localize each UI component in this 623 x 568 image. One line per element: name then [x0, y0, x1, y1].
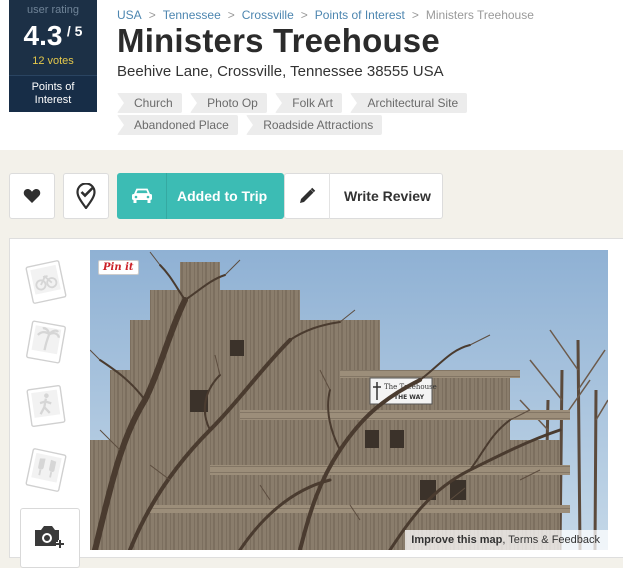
pin-it-button[interactable]: Pin it: [98, 260, 139, 275]
header: user rating 4.3 / 5 12 votes Points of I…: [0, 0, 623, 150]
tag-photo-op[interactable]: Photo Op: [190, 93, 267, 113]
placeholder-thumb-bike-icon[interactable]: [22, 258, 70, 306]
write-review-label: Write Review: [344, 188, 431, 204]
category-line-1: Points of: [31, 81, 75, 93]
treehouse-photo-image: The Treehouse THE WAY: [90, 250, 608, 550]
address: Beehive Lane, Crossville, Tennessee 3855…: [117, 63, 444, 80]
breadcrumb-current: Ministers Treehouse: [425, 8, 534, 22]
main-photo[interactable]: The Treehouse THE WAY Pin it Improve thi…: [90, 250, 608, 550]
pencil-icon: [300, 187, 316, 203]
add-photo-button[interactable]: [20, 508, 80, 568]
page-title: Ministers Treehouse: [117, 22, 440, 59]
heart-icon: [23, 189, 41, 203]
breadcrumb-crossville[interactable]: Crossville: [242, 8, 294, 22]
add-to-trip-button[interactable]: Added to Trip: [117, 173, 284, 219]
breadcrumb-separator: >: [300, 8, 308, 22]
tag-church[interactable]: Church: [117, 93, 182, 113]
tag-list: Church Photo Op Folk Art Architectural S…: [117, 93, 587, 137]
sign-text-2: THE WAY: [394, 394, 425, 401]
breadcrumb-usa[interactable]: USA: [117, 8, 142, 22]
been-here-button[interactable]: [63, 173, 109, 219]
placeholder-thumb-palm-icon[interactable]: [22, 318, 70, 366]
breadcrumb: USA > Tennessee > Crossville > Points of Inter…: [117, 8, 534, 22]
terms-feedback-link[interactable]: Terms & Feedback: [508, 534, 600, 546]
tag-abandoned-place[interactable]: Abandoned Place: [117, 115, 238, 135]
breadcrumb-separator: >: [411, 8, 419, 22]
car-icon-wrap: [118, 173, 167, 219]
category-badge[interactable]: Points of Interest: [9, 75, 97, 112]
category-line-2: Interest: [34, 94, 72, 106]
breadcrumb-separator: >: [148, 8, 156, 22]
write-review-button[interactable]: Write Review: [284, 173, 443, 219]
breadcrumb-separator: >: [227, 8, 235, 22]
tag-roadside-attractions[interactable]: Roadside Attractions: [246, 115, 383, 135]
pencil-icon-wrap: [285, 173, 330, 219]
map-footer-links: Improve this map, Terms & Feedback: [405, 530, 608, 550]
breadcrumb-tennessee[interactable]: Tennessee: [163, 8, 221, 22]
car-icon: [132, 188, 152, 203]
placeholder-thumb-hiker-icon[interactable]: [22, 382, 70, 430]
rating-out-of: / 5: [66, 23, 83, 39]
tag-folk-art[interactable]: Folk Art: [275, 93, 342, 113]
map-check-icon: [76, 183, 96, 209]
rating-label: user rating: [27, 4, 79, 16]
vote-count[interactable]: 12 votes: [9, 55, 97, 67]
favorite-button[interactable]: [9, 173, 55, 219]
rating-box: user rating 4.3 / 5 12 votes Points of I…: [9, 0, 97, 112]
camera-plus-icon: [35, 526, 64, 548]
breadcrumb-points-of-interest[interactable]: Points of Interest: [315, 8, 405, 22]
tag-architectural-site[interactable]: Architectural Site: [350, 93, 468, 113]
add-to-trip-label: Added to Trip: [177, 188, 268, 204]
improve-map-link[interactable]: Improve this map: [411, 534, 502, 546]
placeholder-thumb-cheers-icon[interactable]: [22, 446, 70, 494]
rating-score: 4.3 / 5: [9, 20, 97, 52]
rating-value: 4.3: [23, 20, 63, 51]
